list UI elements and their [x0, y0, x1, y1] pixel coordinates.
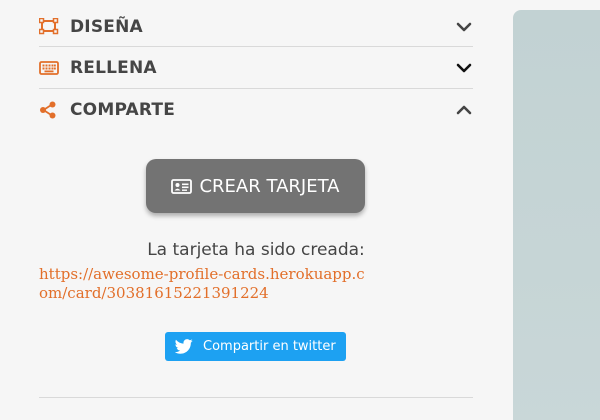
chevron-down-icon[interactable]: [455, 59, 473, 77]
accordion-design-label: DISEÑA: [70, 17, 143, 37]
accordion-fill-header[interactable]: RELLENA: [39, 47, 473, 89]
section-divider: [39, 397, 473, 398]
design-icon: [39, 17, 59, 37]
share-twitter-button[interactable]: Compartir en twitter: [165, 332, 346, 361]
share-twitter-label: Compartir en twitter: [203, 339, 336, 354]
form-panel: DISEÑA RELLENA COMPARTE CREAR TARJETA La…: [39, 0, 473, 420]
card-preview-area: [513, 10, 600, 420]
accordion-design-header[interactable]: DISEÑA: [39, 0, 473, 47]
share-icon: [39, 100, 59, 120]
accordion-share-label: COMPARTE: [70, 100, 176, 120]
keyboard-icon: [39, 58, 59, 78]
id-card-icon: [171, 178, 193, 194]
card-created-message: La tarjeta ha sido creada:: [147, 240, 365, 260]
accordion-fill-label: RELLENA: [70, 57, 157, 78]
chevron-up-icon[interactable]: [455, 101, 473, 119]
create-card-button[interactable]: CREAR TARJETA: [146, 159, 365, 213]
twitter-icon: [175, 339, 193, 354]
accordion-share-header[interactable]: COMPARTE: [39, 89, 473, 131]
create-card-button-label: CREAR TARJETA: [199, 175, 340, 197]
card-url-link[interactable]: https://awesome-profile-cards.herokuapp.…: [39, 265, 369, 303]
chevron-down-icon[interactable]: [455, 18, 473, 36]
